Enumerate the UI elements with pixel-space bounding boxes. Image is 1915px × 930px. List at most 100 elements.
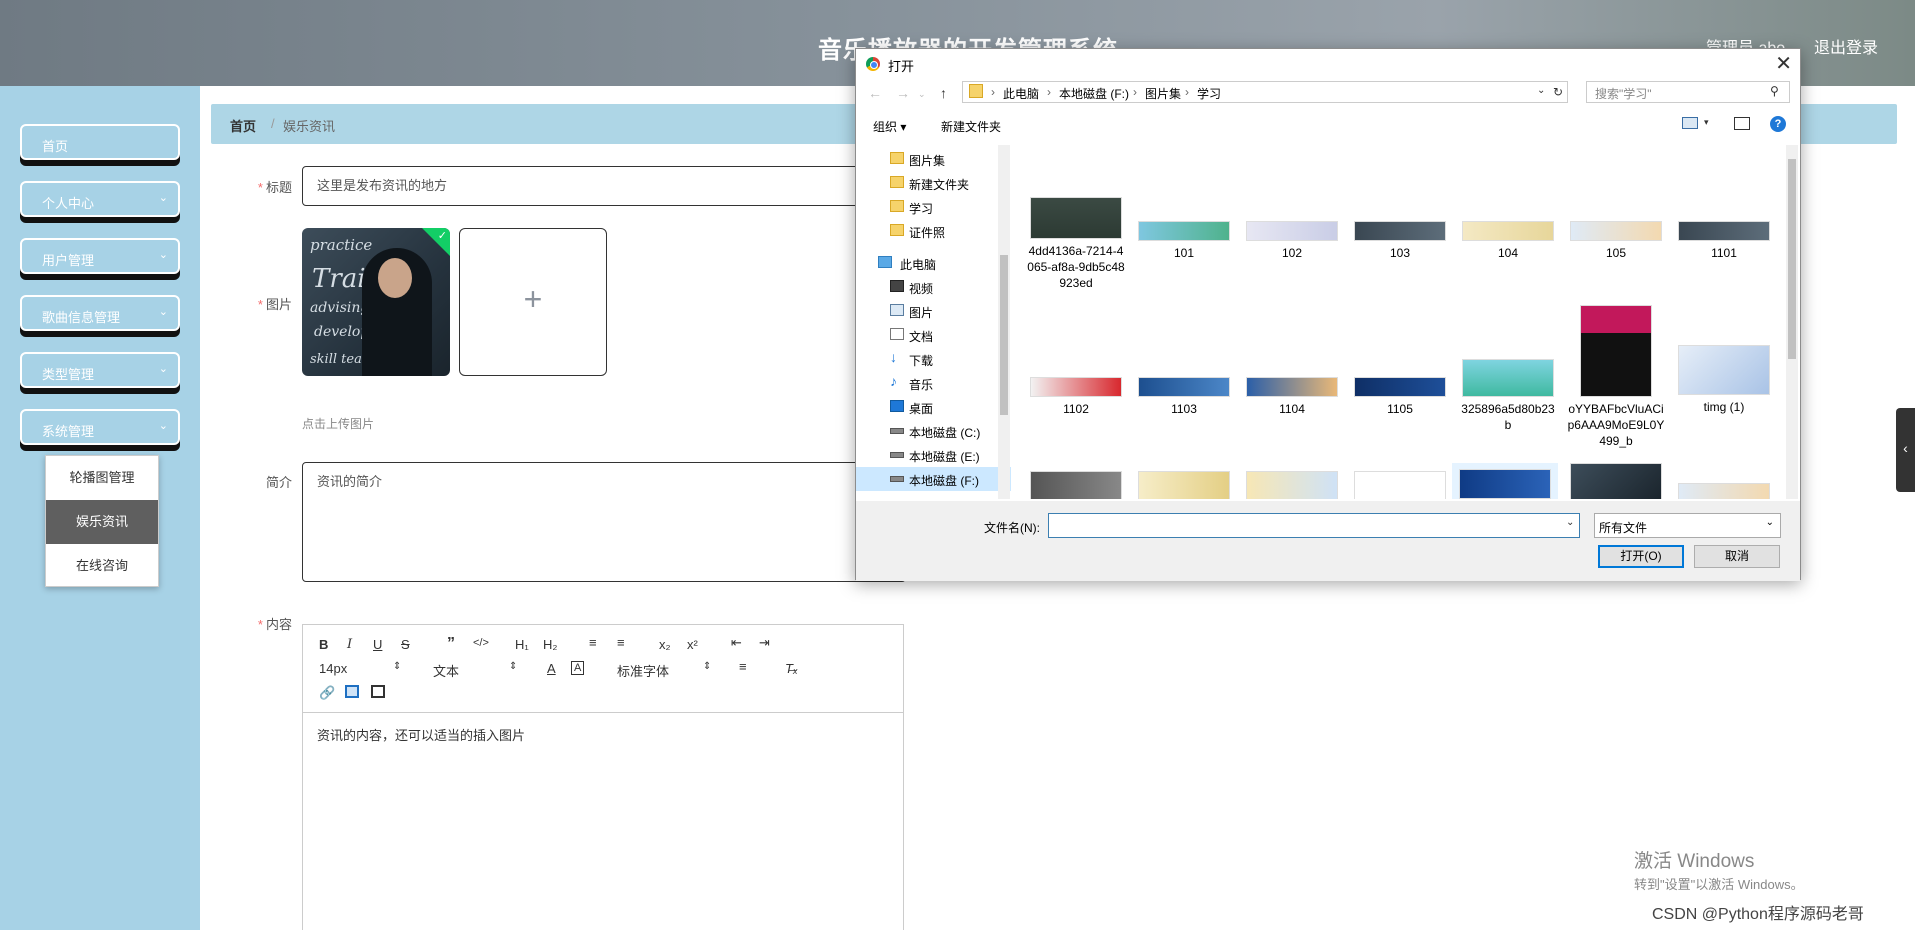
file-item[interactable]: 1104 bbox=[1242, 377, 1342, 417]
subscript-icon[interactable]: x₂ bbox=[659, 637, 671, 652]
logout-link[interactable]: 退出登录 bbox=[1814, 34, 1878, 58]
file-item[interactable]: 4dd4136a-7214-4065-af8a-9db5c48923ed bbox=[1026, 197, 1126, 291]
tree-item-this-pc[interactable]: 此电脑 bbox=[856, 251, 1011, 275]
file-item[interactable] bbox=[1350, 471, 1450, 499]
link-icon[interactable]: 🔗 bbox=[319, 685, 335, 701]
tree-item-drive-f[interactable]: 本地磁盘 (F:) bbox=[856, 467, 1011, 491]
up-arrow-icon[interactable]: ↑ bbox=[940, 85, 947, 101]
address-bar[interactable]: › 此电脑 › 本地磁盘 (F:) › 图片集 › 学习 ⌄ ↻ bbox=[962, 81, 1568, 103]
uploaded-image-thumbnail[interactable]: practice Training advising development s… bbox=[302, 228, 450, 376]
cancel-button[interactable]: 取消 bbox=[1694, 545, 1780, 568]
grid-scroll-thumb[interactable] bbox=[1788, 159, 1796, 359]
outdent-icon[interactable]: ⇤ bbox=[731, 635, 742, 651]
heading2-icon[interactable]: H₂ bbox=[543, 637, 557, 652]
file-item[interactable]: 101 bbox=[1134, 221, 1234, 261]
preview-pane-icon[interactable] bbox=[1734, 117, 1750, 130]
intro-textarea[interactable]: 资讯的简介 bbox=[302, 462, 906, 582]
sidebar-item-type-management[interactable]: 类型管理 ⌄ bbox=[20, 352, 180, 388]
underline-icon[interactable]: U bbox=[373, 637, 382, 652]
image-upload-button[interactable]: + bbox=[459, 228, 607, 376]
sidebar-item-song-info[interactable]: 歌曲信息管理 ⌄ bbox=[20, 295, 180, 331]
strikethrough-icon[interactable]: S bbox=[401, 637, 410, 652]
filename-dropdown-icon[interactable]: ⌄ bbox=[1566, 517, 1574, 528]
file-item[interactable]: timg (1) bbox=[1674, 345, 1774, 415]
organize-button[interactable]: 组织 ▾ bbox=[873, 118, 906, 135]
sidebar-item-system-management[interactable]: 系统管理 ⌄ bbox=[20, 409, 180, 445]
editor-content[interactable]: 资讯的内容，还可以适当的插入图片 bbox=[303, 713, 903, 756]
paragraph-select[interactable]: 文本 bbox=[433, 661, 459, 680]
sidebar-item-home[interactable]: 首页 bbox=[20, 124, 180, 160]
file-item[interactable]: 1102 bbox=[1026, 377, 1126, 417]
indent-icon[interactable]: ⇥ bbox=[759, 635, 770, 651]
open-button[interactable]: 打开(O) bbox=[1598, 545, 1684, 568]
close-icon[interactable]: ✕ bbox=[1775, 51, 1792, 76]
tree-item-drive-e[interactable]: 本地磁盘 (E:) bbox=[856, 443, 1011, 467]
address-segment[interactable]: 此电脑 bbox=[1003, 85, 1039, 102]
address-dropdown-icon[interactable]: ⌄ bbox=[1537, 85, 1545, 96]
tree-item-music[interactable]: ♪ 音乐 bbox=[856, 371, 1011, 395]
submenu-item-online-consult[interactable]: 在线咨询 bbox=[46, 544, 158, 588]
recent-chevron-icon[interactable]: ⌄ bbox=[918, 89, 926, 100]
tree-item-desktop[interactable]: 桌面 bbox=[856, 395, 1011, 419]
tree-item-id-photos[interactable]: 证件照 bbox=[856, 219, 1011, 243]
bullet-list-icon[interactable]: ≡ bbox=[617, 635, 625, 650]
blockquote-icon[interactable]: ” bbox=[447, 635, 455, 653]
forward-arrow-icon[interactable]: → bbox=[896, 85, 910, 101]
tree-item-image-collection[interactable]: 图片集 bbox=[856, 147, 1011, 171]
align-icon[interactable]: ≡ bbox=[739, 659, 747, 674]
ordered-list-icon[interactable]: ≡ bbox=[589, 635, 597, 650]
title-input[interactable]: 这里是发布资讯的地方 bbox=[302, 166, 906, 206]
file-item[interactable]: oYYBAFbcVluACip6AAA9MoE9L0Y499_b bbox=[1566, 305, 1666, 449]
address-segment[interactable]: 图片集 bbox=[1145, 85, 1181, 102]
grid-scrollbar[interactable] bbox=[1786, 145, 1798, 499]
code-icon[interactable]: </> bbox=[473, 637, 489, 649]
heading1-icon[interactable]: H₁ bbox=[515, 637, 529, 652]
breadcrumb-home[interactable]: 首页 bbox=[230, 116, 256, 135]
file-item[interactable]: 1101 bbox=[1674, 221, 1774, 261]
file-item[interactable] bbox=[1134, 471, 1234, 499]
file-item[interactable]: 103 bbox=[1350, 221, 1450, 261]
refresh-icon[interactable]: ↻ bbox=[1553, 85, 1563, 99]
view-dropdown-icon[interactable]: ▾ bbox=[1704, 117, 1709, 128]
help-icon[interactable]: ? bbox=[1770, 116, 1786, 132]
font-family-select[interactable]: 标准字体 bbox=[617, 661, 669, 680]
file-item[interactable]: 1103 bbox=[1134, 377, 1234, 417]
file-item[interactable]: 102 bbox=[1242, 221, 1342, 261]
file-item[interactable] bbox=[1674, 483, 1774, 499]
submenu-item-carousel[interactable]: 轮播图管理 bbox=[46, 456, 158, 500]
clear-format-icon[interactable]: T̶ₓ bbox=[785, 661, 798, 676]
filetype-select[interactable]: 所有文件 ⌄ bbox=[1594, 513, 1781, 538]
file-item[interactable]: 104 bbox=[1458, 221, 1558, 261]
tree-scroll-thumb[interactable] bbox=[1000, 255, 1008, 415]
tree-item-new-folder[interactable]: 新建文件夹 bbox=[856, 171, 1011, 195]
filename-input[interactable] bbox=[1048, 513, 1580, 538]
sidebar-item-user-management[interactable]: 用户管理 ⌄ bbox=[20, 238, 180, 274]
tree-item-documents[interactable]: 文档 bbox=[856, 323, 1011, 347]
tree-item-downloads[interactable]: ↓ 下载 bbox=[856, 347, 1011, 371]
view-mode-icon[interactable] bbox=[1682, 117, 1698, 129]
file-item[interactable] bbox=[1242, 471, 1342, 499]
address-segment[interactable]: 本地磁盘 (F:) bbox=[1059, 85, 1129, 102]
new-folder-button[interactable]: 新建文件夹 bbox=[941, 118, 1001, 135]
collapse-tab-icon[interactable]: ‹ bbox=[1896, 408, 1915, 492]
file-item[interactable]: 1105 bbox=[1350, 377, 1450, 417]
tree-item-drive-c[interactable]: 本地磁盘 (C:) bbox=[856, 419, 1011, 443]
tree-item-pictures[interactable]: 图片 bbox=[856, 299, 1011, 323]
superscript-icon[interactable]: x² bbox=[687, 637, 698, 652]
image-insert-icon[interactable] bbox=[345, 685, 359, 698]
font-color-icon[interactable]: A bbox=[547, 661, 556, 676]
tree-item-videos[interactable]: 视频 bbox=[856, 275, 1011, 299]
video-insert-icon[interactable] bbox=[371, 685, 385, 698]
file-item[interactable] bbox=[1026, 471, 1126, 499]
sidebar-item-personal-center[interactable]: 个人中心 ⌄ bbox=[20, 181, 180, 217]
file-item[interactable] bbox=[1452, 463, 1558, 499]
background-color-icon[interactable]: A bbox=[571, 661, 585, 675]
back-arrow-icon[interactable]: ← bbox=[868, 85, 882, 101]
file-item[interactable]: 325896a5d80b23b bbox=[1458, 359, 1558, 433]
tree-scrollbar[interactable] bbox=[998, 145, 1010, 499]
file-item[interactable] bbox=[1566, 463, 1666, 499]
file-item[interactable]: 105 bbox=[1566, 221, 1666, 261]
italic-icon[interactable]: I bbox=[347, 637, 352, 652]
tree-item-study[interactable]: 学习 bbox=[856, 195, 1011, 219]
search-input[interactable]: 搜索"学习" bbox=[1586, 81, 1790, 103]
